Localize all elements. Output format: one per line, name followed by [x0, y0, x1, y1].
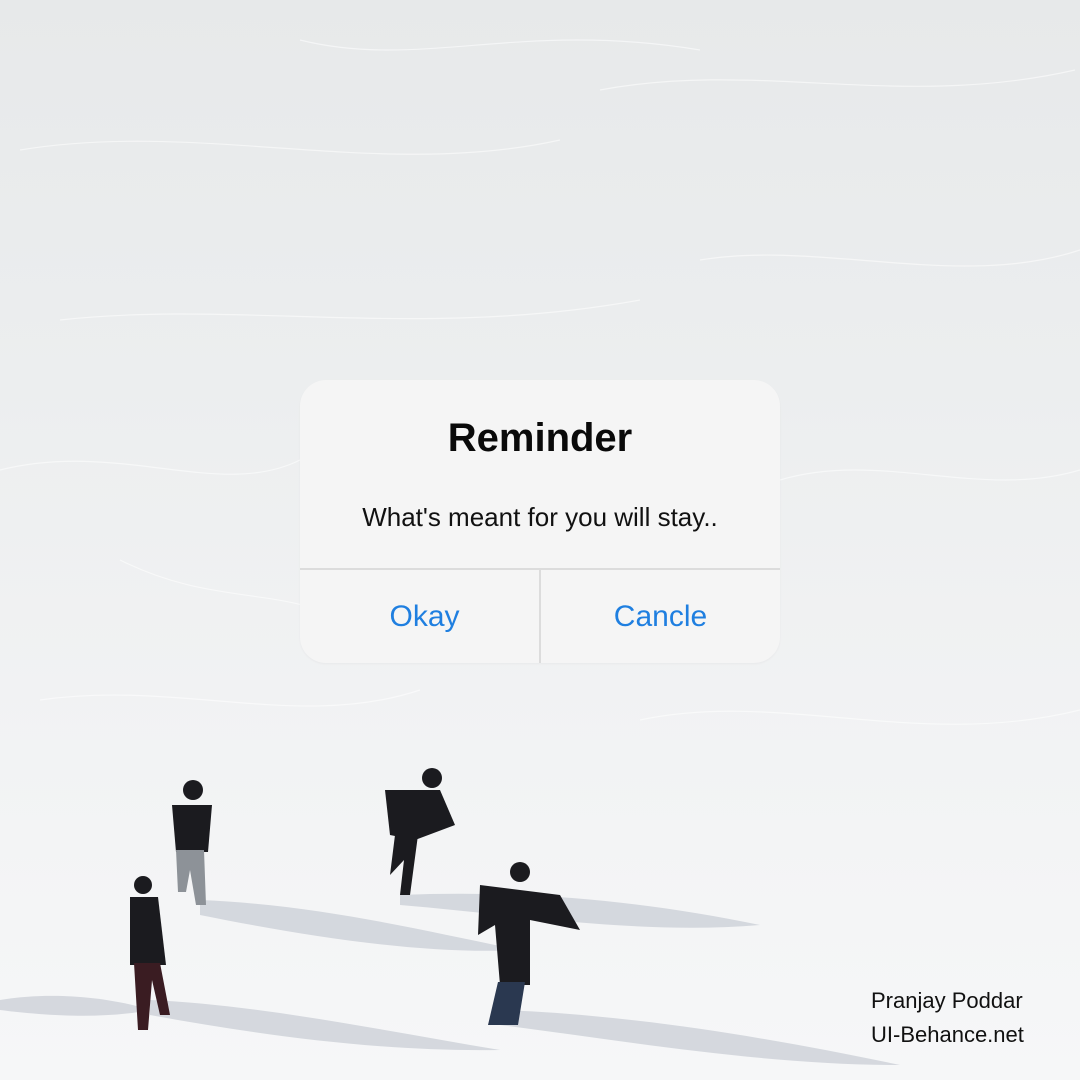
author-site: UI-Behance.net [871, 1022, 1024, 1047]
author-credit: Pranjay Poddar UI-Behance.net [871, 984, 1071, 1052]
author-name: Pranjay Poddar [871, 988, 1023, 1013]
okay-button[interactable]: Okay [305, 570, 544, 663]
cancel-button[interactable]: Cancle [541, 570, 780, 663]
dialog-message: What's meant for you will stay.. [362, 502, 718, 532]
dialog-title: Reminder [447, 416, 633, 460]
reminder-alert-dialog: Reminder What's meant for you will stay.… [300, 380, 780, 663]
dialog-body: Reminder What's meant for you will stay.… [300, 380, 780, 568]
